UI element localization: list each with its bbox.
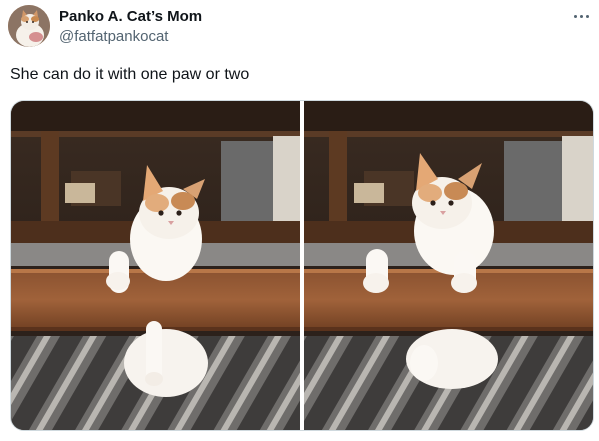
display-name[interactable]: Panko A. Cat’s Mom <box>59 8 202 26</box>
cat-photo-one-paw[interactable] <box>11 101 300 430</box>
more-horizontal-icon[interactable] <box>570 6 594 26</box>
cat-avatar-image <box>8 5 50 47</box>
media-grid <box>10 100 594 431</box>
tweet: Panko A. Cat’s Mom @fatfatpankocat She c… <box>0 0 599 441</box>
avatar[interactable] <box>8 5 50 47</box>
tweet-text: She can do it with one paw or two <box>10 66 250 83</box>
handle[interactable]: @fatfatpankocat <box>59 28 168 46</box>
cat-photo-two-paws[interactable] <box>304 101 593 430</box>
